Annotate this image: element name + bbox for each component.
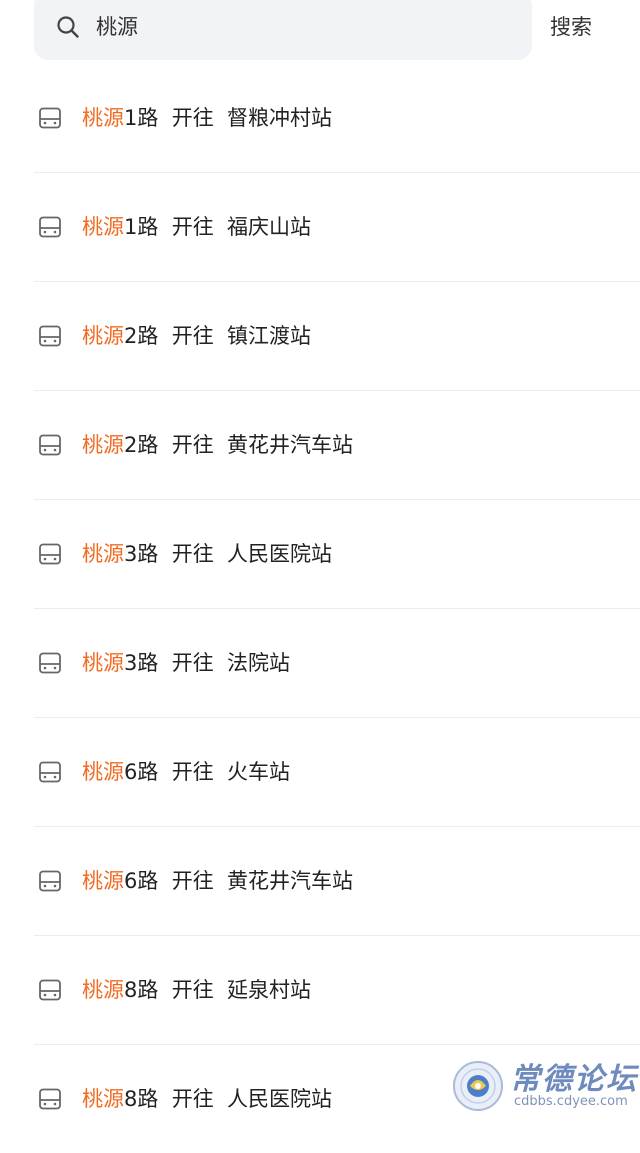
result-keyword: 桃源 — [82, 215, 124, 239]
result-item[interactable]: 桃源3路 开往 人民医院站 — [34, 500, 640, 609]
forum-logo-icon — [452, 1060, 504, 1112]
result-route-text: 6路 开往 火车站 — [124, 760, 291, 784]
results-list: 桃源1路 开往 督粮冲村站 桃源1路 开往 福庆山站 桃源2路 开往 镇江渡站 桃源2… — [34, 64, 640, 1153]
result-route-text: 8路 开往 人民医院站 — [124, 1087, 333, 1111]
bus-icon — [38, 215, 62, 239]
result-route-text: 3路 开往 法院站 — [124, 651, 291, 675]
result-keyword: 桃源 — [82, 542, 124, 566]
bus-icon — [38, 651, 62, 675]
result-keyword: 桃源 — [82, 433, 124, 457]
result-label: 桃源6路 开往 火车站 — [82, 756, 290, 788]
bus-icon — [38, 1087, 62, 1111]
result-item[interactable]: 桃源8路 开往 延泉村站 — [34, 936, 640, 1045]
result-label: 桃源8路 开往 人民医院站 — [82, 1083, 332, 1115]
result-keyword: 桃源 — [82, 1087, 124, 1111]
result-route-text: 6路 开往 黄花井汽车站 — [124, 869, 354, 893]
result-item[interactable]: 桃源2路 开往 黄花井汽车站 — [34, 391, 640, 500]
result-item[interactable]: 桃源1路 开往 福庆山站 — [34, 173, 640, 282]
result-keyword: 桃源 — [82, 324, 124, 348]
bus-icon — [38, 106, 62, 130]
result-route-text: 2路 开往 镇江渡站 — [124, 324, 312, 348]
result-item[interactable]: 桃源3路 开往 法院站 — [34, 609, 640, 718]
result-route-text: 1路 开往 督粮冲村站 — [124, 106, 333, 130]
bus-icon — [38, 433, 62, 457]
result-keyword: 桃源 — [82, 651, 124, 675]
result-label: 桃源2路 开往 黄花井汽车站 — [82, 429, 353, 461]
result-keyword: 桃源 — [82, 760, 124, 784]
result-label: 桃源2路 开往 镇江渡站 — [82, 320, 311, 352]
search-input[interactable] — [96, 10, 516, 44]
result-item[interactable]: 桃源6路 开往 火车站 — [34, 718, 640, 827]
bus-icon — [38, 869, 62, 893]
result-label: 桃源3路 开往 人民医院站 — [82, 538, 332, 570]
bus-icon — [38, 978, 62, 1002]
bus-icon — [38, 542, 62, 566]
result-route-text: 1路 开往 福庆山站 — [124, 215, 312, 239]
watermark-title: 常德论坛 — [510, 1062, 638, 1097]
search-icon — [56, 15, 80, 39]
result-route-text: 3路 开往 人民医院站 — [124, 542, 333, 566]
result-label: 桃源1路 开往 督粮冲村站 — [82, 102, 332, 134]
result-route-text: 8路 开往 延泉村站 — [124, 978, 312, 1002]
result-route-text: 2路 开往 黄花井汽车站 — [124, 433, 354, 457]
result-item[interactable]: 桃源1路 开往 督粮冲村站 — [34, 64, 640, 173]
watermark: 常德论坛 cdbbs.cdyee.com — [452, 1052, 638, 1116]
result-item[interactable]: 桃源6路 开往 黄花井汽车站 — [34, 827, 640, 936]
result-label: 桃源3路 开往 法院站 — [82, 647, 290, 679]
result-keyword: 桃源 — [82, 869, 124, 893]
result-item[interactable]: 桃源2路 开往 镇江渡站 — [34, 282, 640, 391]
result-keyword: 桃源 — [82, 106, 124, 130]
watermark-url: cdbbs.cdyee.com — [514, 1094, 628, 1109]
bus-icon — [38, 324, 62, 348]
result-keyword: 桃源 — [82, 978, 124, 1002]
bus-icon — [38, 760, 62, 784]
result-label: 桃源8路 开往 延泉村站 — [82, 974, 311, 1006]
result-label: 桃源1路 开往 福庆山站 — [82, 211, 311, 243]
search-button[interactable]: 搜索 — [550, 10, 592, 44]
result-label: 桃源6路 开往 黄花井汽车站 — [82, 865, 353, 897]
